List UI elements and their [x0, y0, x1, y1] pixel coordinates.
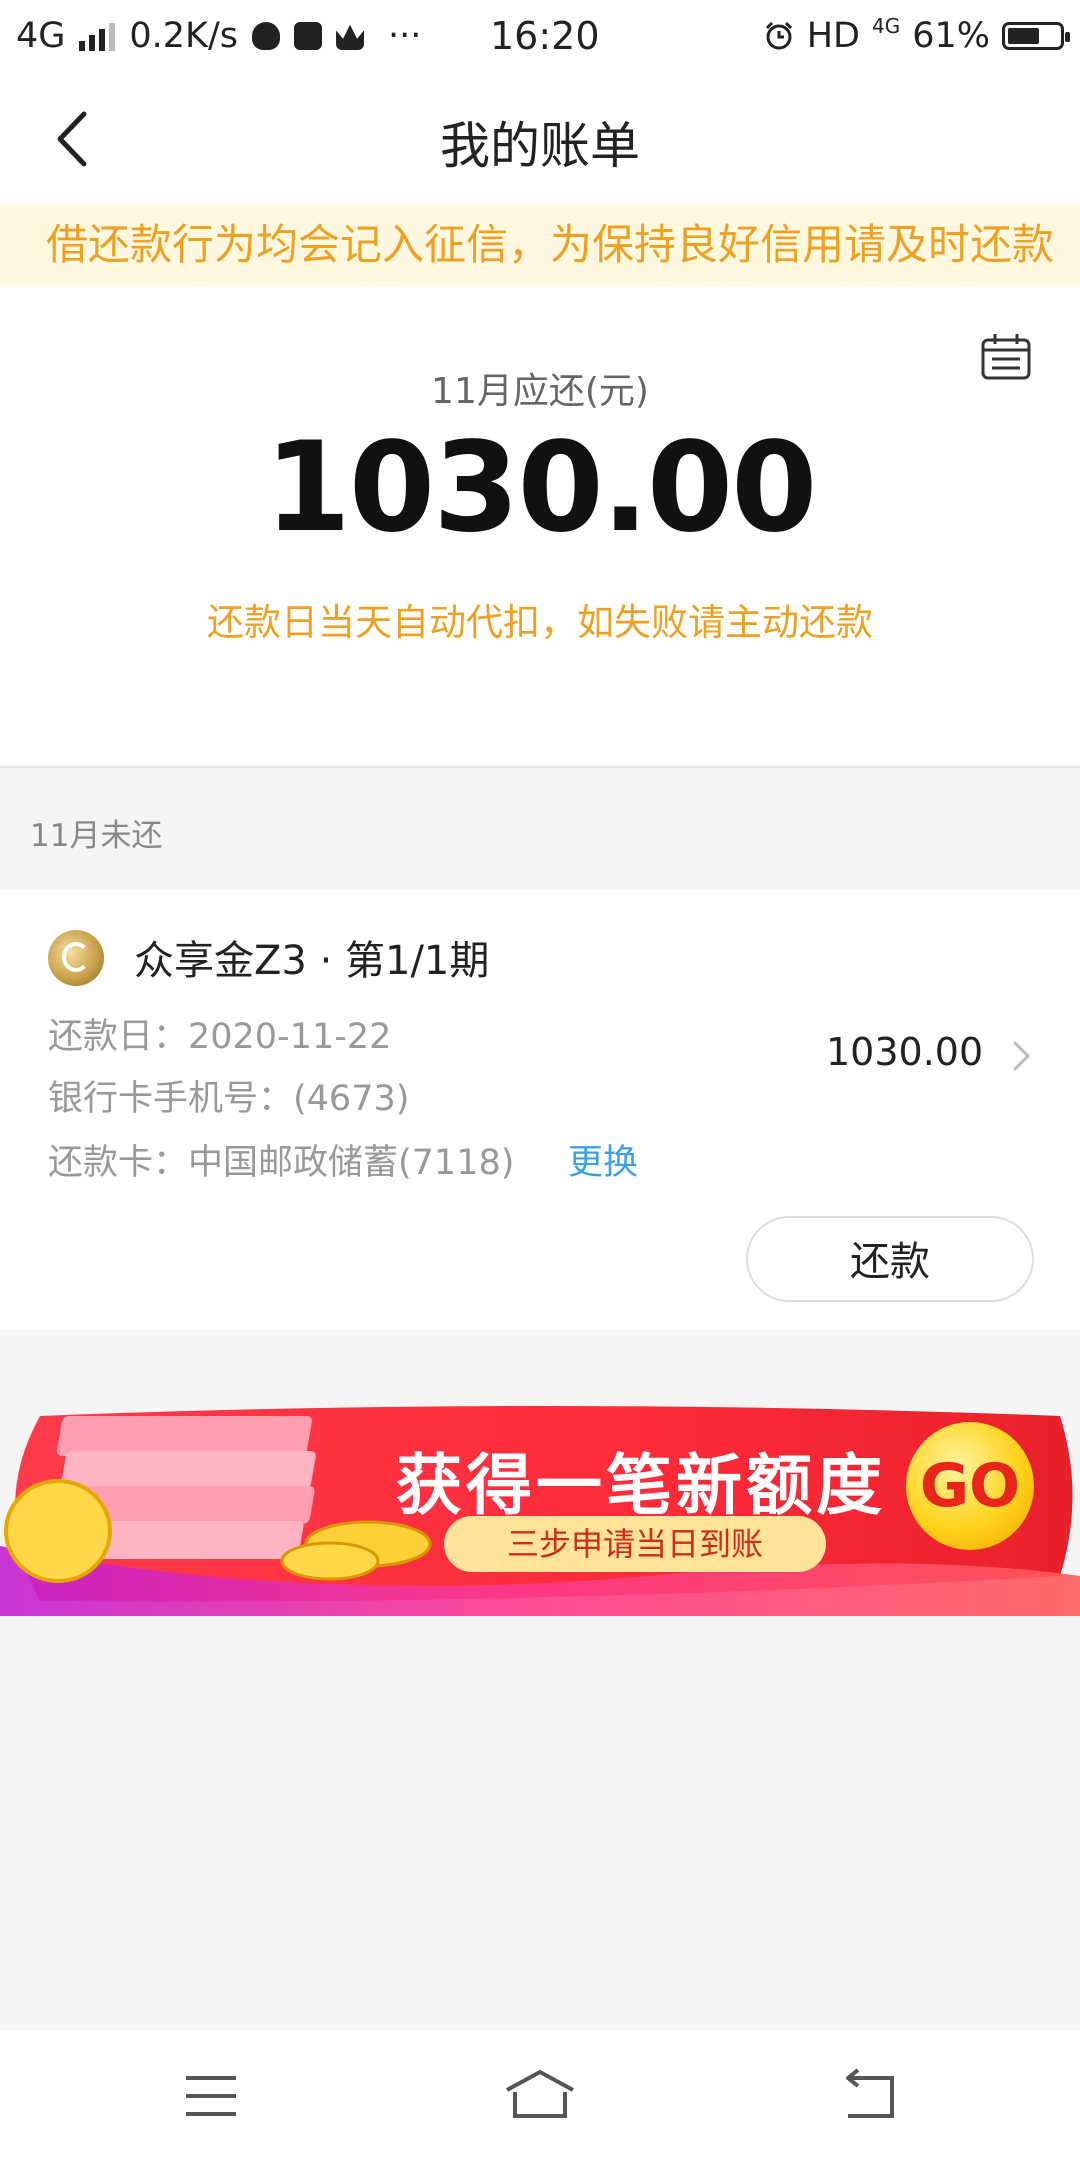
battery-icon	[1002, 22, 1070, 50]
notice-text: 借还款行为均会记入征信，为保持良好信用请及时还款	[46, 220, 1055, 269]
go-button[interactable]: GO	[906, 1422, 1034, 1550]
qq-icon	[252, 22, 281, 50]
menu-icon[interactable]	[166, 2066, 256, 2126]
credit-notice-marquee: 借还款行为均会记入征信，为保持良好信用请及时还款	[0, 204, 1080, 286]
product-logo	[48, 930, 104, 986]
signal-icon	[79, 21, 116, 51]
back-nav-icon[interactable]	[824, 2066, 914, 2126]
home-icon[interactable]	[495, 2066, 585, 2126]
due-amount-label: 11月应还(元)	[431, 371, 649, 412]
auto-debit-note: 还款日当天自动代扣，如失败请主动还款	[207, 601, 873, 644]
change-card-link[interactable]: 更换	[568, 1134, 638, 1185]
hd-label: HD	[806, 16, 860, 56]
alarm-icon	[765, 21, 792, 50]
status-bar: 4G 0.2K/s ··· 16:20 HD 4G 61%	[0, 0, 1080, 74]
network-speed: 0.2K/s	[129, 16, 239, 56]
due-date: 还款日：2020-11-22	[48, 1017, 392, 1057]
repay-button[interactable]: 还款	[746, 1216, 1034, 1302]
bill-item-card[interactable]: 众享金Z3 · 第1/1期 还款日：2020-11-22 银行卡手机号：(467…	[0, 890, 1080, 1330]
status-time: 16:20	[490, 14, 600, 58]
crown-icon	[336, 24, 365, 50]
bill-amount: 1030.00	[826, 1030, 984, 1074]
new-credit-banner[interactable]: 获得一笔新额度 三步申请当日到账 GO	[0, 1376, 1080, 1616]
due-amount-value: 1030.00	[264, 416, 818, 560]
unpaid-section-label: 11月未还	[30, 818, 163, 854]
more-notifications: ···	[388, 16, 422, 56]
product-name: 众享金Z3 · 第1/1期	[134, 938, 490, 984]
banner-subtitle: 三步申请当日到账	[444, 1516, 826, 1572]
bill-summary: 11月应还(元) 1030.00 还款日当天自动代扣，如失败请主动还款	[0, 286, 1080, 768]
chevron-right-icon[interactable]	[1006, 1036, 1036, 1076]
bank-phone: 银行卡手机号：(4673)	[48, 1079, 410, 1119]
net-type-label: 4G	[871, 14, 901, 38]
network-label: 4G	[16, 16, 66, 56]
message-icon	[294, 22, 323, 50]
app-header: 我的账单	[0, 74, 1080, 204]
repayment-card: 还款卡：中国邮政储蓄(7118)	[48, 1143, 515, 1183]
banner-title: 获得一笔新额度	[396, 1447, 886, 1524]
page-title: 我的账单	[440, 117, 640, 175]
system-nav-bar	[0, 2030, 1080, 2160]
battery-percent: 61%	[912, 16, 990, 56]
